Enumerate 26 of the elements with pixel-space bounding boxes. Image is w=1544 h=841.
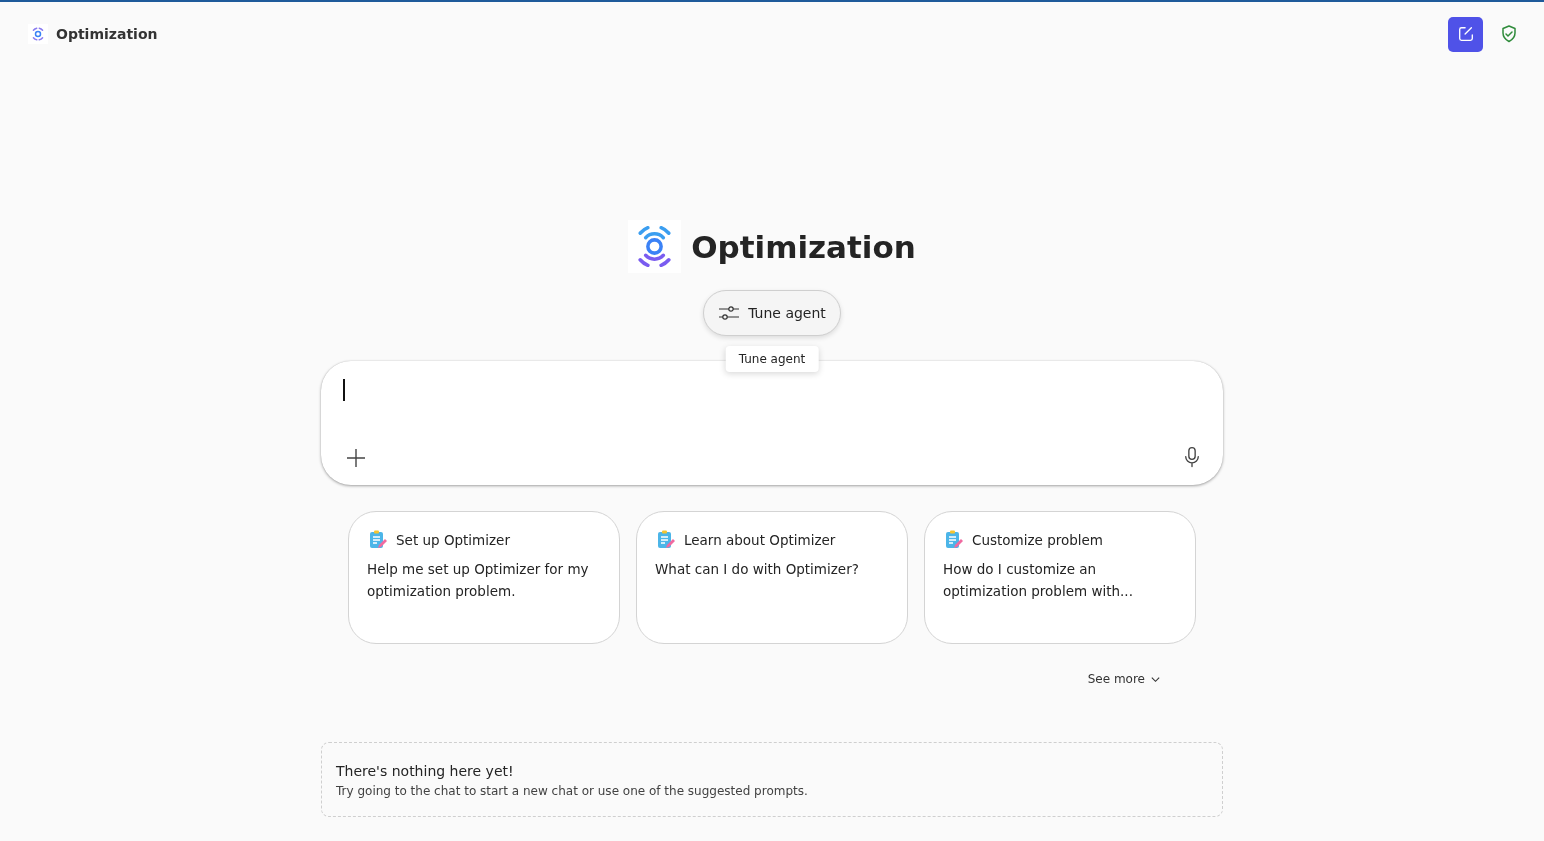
sliders-icon xyxy=(718,305,741,321)
empty-state-text: Try going to the chat to start a new chat or use one of the suggested prompts. xyxy=(336,784,809,798)
tooltip: Tune agent xyxy=(725,346,819,372)
new-chat-button[interactable] xyxy=(1448,16,1483,52)
notepad-icon xyxy=(369,530,387,550)
text-cursor xyxy=(343,379,345,401)
agent-title: Optimization xyxy=(691,228,916,265)
notepad-icon xyxy=(657,530,675,550)
prompt-title: Learn about Optimizer xyxy=(684,532,836,548)
microphone-icon[interactable] xyxy=(1183,446,1201,469)
prompt-card[interactable]: Learn about Optimizer What can I do with Optimizer? xyxy=(636,511,908,644)
prompt-text: How do I customize an optimization problem with... xyxy=(943,560,1134,601)
prompt-text: Help me set up Optimizer for my optimization problem. xyxy=(367,560,590,601)
empty-state-title: There's nothing here yet! xyxy=(336,763,515,779)
tune-agent-button[interactable]: Tune agent xyxy=(703,290,841,336)
notepad-icon xyxy=(945,530,963,550)
edit-icon xyxy=(1456,25,1475,43)
prompt-text: What can I do with Optimizer? xyxy=(655,560,860,579)
see-more-button[interactable]: See more xyxy=(1087,672,1161,686)
prompt-card[interactable]: Customize problem How do I customize an optimization problem with... xyxy=(924,511,1196,644)
shield-check-icon[interactable] xyxy=(1499,24,1519,44)
app-title: Optimization xyxy=(56,26,158,42)
plus-icon[interactable] xyxy=(346,447,366,468)
prompt-title: Set up Optimizer xyxy=(396,532,510,548)
prompt-card[interactable]: Set up Optimizer Help me set up Optimizer for my optimization problem. xyxy=(348,511,620,644)
prompt-title: Customize problem xyxy=(972,532,1103,548)
